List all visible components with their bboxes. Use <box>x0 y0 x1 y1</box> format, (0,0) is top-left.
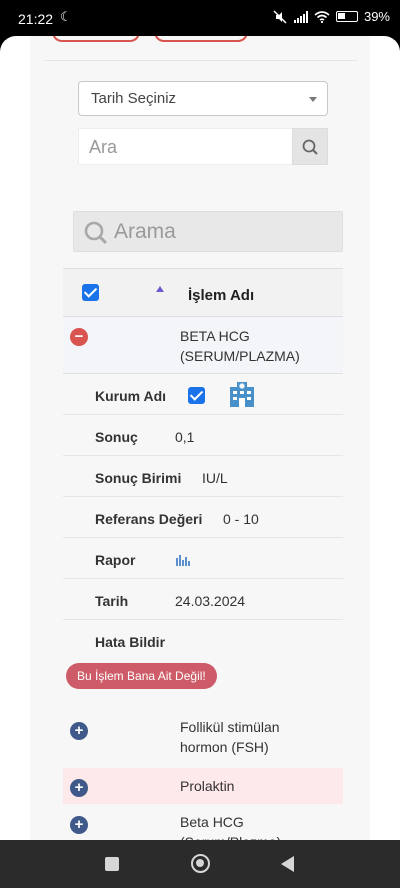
detail-kurum: Kurum Adı <box>63 374 343 415</box>
detail-tarih: Tarih 24.03.2024 <box>63 579 343 620</box>
detail-rapor: Rapor <box>63 538 343 579</box>
report-chart-icon[interactable] <box>175 552 191 566</box>
detail-label: Rapor <box>95 552 136 568</box>
status-bar: 21:22 ☾ 39% <box>0 0 400 36</box>
mute-icon <box>273 9 287 24</box>
status-icons: 39% <box>272 9 390 24</box>
top-tab-button-right[interactable] <box>154 36 248 42</box>
chevron-down-icon <box>309 97 317 102</box>
table-row[interactable]: + Beta HCG (Serum/Plazma) <box>63 806 343 840</box>
expand-icon[interactable]: + <box>70 816 88 834</box>
wifi-icon <box>314 10 330 23</box>
battery-icon <box>335 11 358 22</box>
table-search-placeholder: Arama <box>114 220 176 243</box>
column-header-islem-adi[interactable]: İşlem Adı <box>188 287 254 304</box>
expand-icon[interactable]: + <box>70 722 88 740</box>
detail-label: Tarih <box>95 593 129 609</box>
signal-icon <box>293 10 308 23</box>
results-table: İşlem Adı − BETA HCG (SERUM/PLAZMA) Kuru… <box>63 268 343 658</box>
sort-asc-icon[interactable] <box>156 286 164 292</box>
detail-referans: Referans Değeri 0 - 10 <box>63 497 343 538</box>
row-name: BETA HCG (SERUM/PLAZMA) <box>180 328 300 364</box>
date-select[interactable]: Tarih Seçiniz <box>78 81 328 116</box>
detail-value: IU/L <box>202 470 228 486</box>
hospital-icon[interactable] <box>228 381 256 409</box>
kurum-checkbox[interactable] <box>188 387 205 404</box>
date-select-value: Tarih Seçiniz <box>91 90 177 107</box>
search-icon <box>302 139 318 155</box>
detail-birim: Sonuç Birimi IU/L <box>63 456 343 497</box>
detail-sonuc: Sonuç 0,1 <box>63 415 343 456</box>
detail-value: 0 - 10 <box>223 511 259 527</box>
select-all-checkbox[interactable] <box>82 284 99 301</box>
row-name: Beta HCG (Serum/Plazma) <box>180 814 281 840</box>
table-row-highlighted[interactable]: + Prolaktin <box>63 768 343 804</box>
moon-icon: ☾ <box>60 9 72 24</box>
detail-label: Referans Değeri <box>95 511 203 527</box>
detail-label: Kurum Adı <box>95 388 167 404</box>
report-error-button[interactable]: Bu İşlem Bana Ait Değil! <box>66 663 217 689</box>
detail-hata: Hata Bildir <box>63 620 343 658</box>
system-nav-bar <box>0 840 400 888</box>
status-time: 21:22 <box>18 11 54 27</box>
table-header: İşlem Adı <box>63 268 343 317</box>
table-row-expanded[interactable]: − BETA HCG (SERUM/PLAZMA) <box>63 317 343 374</box>
table-row[interactable]: + Follikül stimülan hormon (FSH) <box>63 708 343 765</box>
home-button[interactable] <box>191 854 210 873</box>
expand-icon[interactable]: + <box>70 779 88 797</box>
search-input[interactable]: Ara <box>78 128 294 165</box>
content-panel: Tarih Seçiniz Ara Arama İşlem Adı − BETA… <box>30 36 370 840</box>
search-icon <box>84 221 108 245</box>
back-button[interactable] <box>281 856 294 872</box>
recent-apps-button[interactable] <box>105 857 119 871</box>
search-button[interactable] <box>292 128 328 165</box>
battery-percent: 39% <box>363 9 390 24</box>
search-placeholder: Ara <box>89 137 118 157</box>
detail-label: Hata Bildir <box>95 634 166 650</box>
row-name: Prolaktin <box>180 778 235 794</box>
collapse-icon[interactable]: − <box>70 328 88 346</box>
top-tab-button-left[interactable] <box>52 36 140 42</box>
detail-value: 0,1 <box>175 429 195 445</box>
detail-value: 24.03.2024 <box>175 593 246 609</box>
row-name: Follikül stimülan hormon (FSH) <box>180 719 280 755</box>
table-search-input[interactable]: Arama <box>73 211 343 252</box>
app-sheet: Tarih Seçiniz Ara Arama İşlem Adı − BETA… <box>0 36 400 840</box>
divider <box>45 60 357 61</box>
detail-label: Sonuç <box>95 429 138 445</box>
detail-label: Sonuç Birimi <box>95 470 182 486</box>
